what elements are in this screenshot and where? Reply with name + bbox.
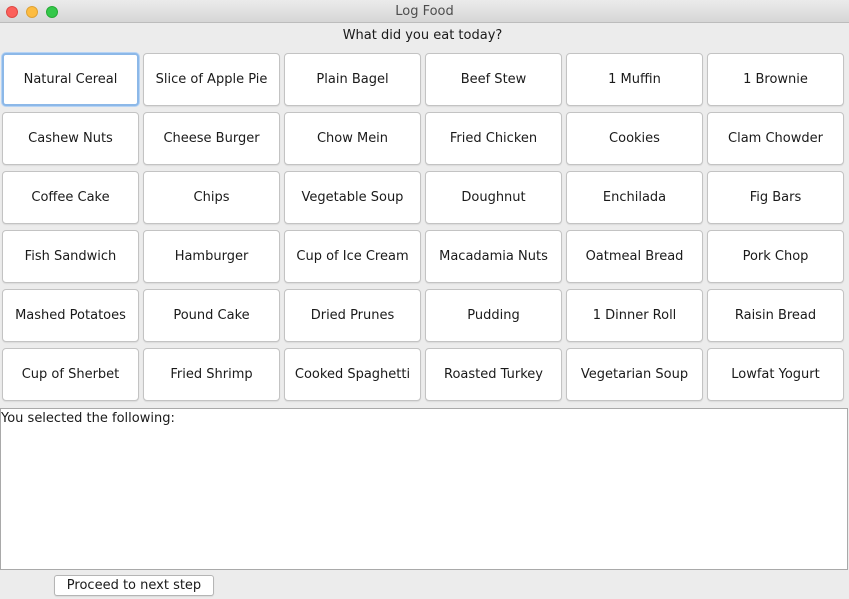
proceed-button[interactable]: Proceed to next step xyxy=(54,575,214,596)
food-button-vegetable-soup[interactable]: Vegetable Soup xyxy=(284,171,421,224)
food-button-roasted-turkey[interactable]: Roasted Turkey xyxy=(425,348,562,401)
food-button-cooked-spaghetti[interactable]: Cooked Spaghetti xyxy=(284,348,421,401)
prompt-label: What did you eat today? xyxy=(342,28,503,43)
food-button-chips[interactable]: Chips xyxy=(143,171,280,224)
food-button-cup-of-sherbet[interactable]: Cup of Sherbet xyxy=(2,348,139,401)
food-button-1-dinner-roll[interactable]: 1 Dinner Roll xyxy=(566,289,703,342)
food-button-pound-cake[interactable]: Pound Cake xyxy=(143,289,280,342)
food-button-oatmeal-bread[interactable]: Oatmeal Bread xyxy=(566,230,703,283)
food-button-pork-chop[interactable]: Pork Chop xyxy=(707,230,844,283)
food-button-cheese-burger[interactable]: Cheese Burger xyxy=(143,112,280,165)
food-button-doughnut[interactable]: Doughnut xyxy=(425,171,562,224)
food-button-beef-stew[interactable]: Beef Stew xyxy=(425,53,562,106)
food-button-coffee-cake[interactable]: Coffee Cake xyxy=(2,171,139,224)
food-button-1-muffin[interactable]: 1 Muffin xyxy=(566,53,703,106)
title-bar: Log Food xyxy=(0,0,849,23)
food-button-grid: Natural Cereal Slice of Apple Pie Plain Ba… xyxy=(2,53,845,401)
selection-label: You selected the following: xyxy=(1,411,175,426)
food-button-pudding[interactable]: Pudding xyxy=(425,289,562,342)
selection-text-area[interactable]: You selected the following: xyxy=(0,408,848,570)
window-title: Log Food xyxy=(395,4,454,19)
food-button-fish-sandwich[interactable]: Fish Sandwich xyxy=(2,230,139,283)
food-button-natural-cereal[interactable]: Natural Cereal xyxy=(2,53,139,106)
food-button-lowfat-yogurt[interactable]: Lowfat Yogurt xyxy=(707,348,844,401)
food-button-fried-shrimp[interactable]: Fried Shrimp xyxy=(143,348,280,401)
food-button-raisin-bread[interactable]: Raisin Bread xyxy=(707,289,844,342)
food-button-mashed-potatoes[interactable]: Mashed Potatoes xyxy=(2,289,139,342)
food-button-cookies[interactable]: Cookies xyxy=(566,112,703,165)
food-button-cup-of-ice-cream[interactable]: Cup of Ice Cream xyxy=(284,230,421,283)
food-button-plain-bagel[interactable]: Plain Bagel xyxy=(284,53,421,106)
food-button-vegetarian-soup[interactable]: Vegetarian Soup xyxy=(566,348,703,401)
food-button-chow-mein[interactable]: Chow Mein xyxy=(284,112,421,165)
food-button-fried-chicken[interactable]: Fried Chicken xyxy=(425,112,562,165)
food-button-hamburger[interactable]: Hamburger xyxy=(143,230,280,283)
food-button-dried-prunes[interactable]: Dried Prunes xyxy=(284,289,421,342)
food-button-clam-chowder[interactable]: Clam Chowder xyxy=(707,112,844,165)
food-button-fig-bars[interactable]: Fig Bars xyxy=(707,171,844,224)
food-button-enchilada[interactable]: Enchilada xyxy=(566,171,703,224)
food-button-slice-of-apple-pie[interactable]: Slice of Apple Pie xyxy=(143,53,280,106)
food-button-macadamia-nuts[interactable]: Macadamia Nuts xyxy=(425,230,562,283)
food-button-cashew-nuts[interactable]: Cashew Nuts xyxy=(2,112,139,165)
food-button-1-brownie[interactable]: 1 Brownie xyxy=(707,53,844,106)
